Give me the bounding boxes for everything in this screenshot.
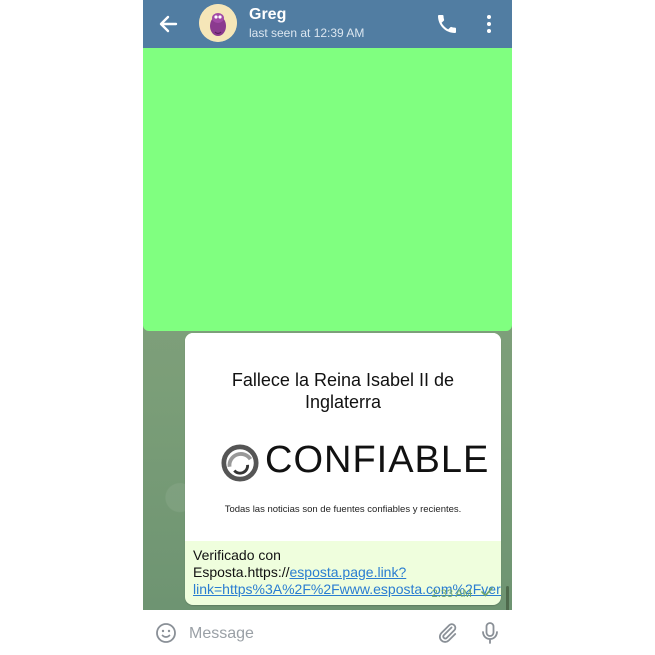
arrow-left-icon <box>159 15 178 33</box>
call-button[interactable] <box>435 12 459 36</box>
more-vertical-icon <box>487 15 491 33</box>
message-meta: 2:33 AM <box>432 587 493 600</box>
check-icon <box>481 587 493 597</box>
voice-message-button[interactable] <box>479 621 501 645</box>
preview-headline: Fallece la Reina Isabel II de Inglaterra <box>231 370 455 412</box>
message-bubble[interactable]: Fallece la Reina Isabel II de Inglaterra… <box>185 333 501 605</box>
last-seen-status: last seen at 12:39 AM <box>249 26 365 40</box>
avatar-icon <box>199 4 237 42</box>
chat-area[interactable]: Fallece la Reina Isabel II de Inglaterra… <box>143 48 512 642</box>
emoji-icon <box>156 623 176 643</box>
link-preview-image[interactable]: Fallece la Reina Isabel II de Inglaterra… <box>185 333 501 541</box>
brand-logo-icon <box>221 444 259 482</box>
chat-header: Greg last seen at 12:39 AM <box>143 0 512 48</box>
message-input[interactable] <box>187 620 421 648</box>
media-message[interactable] <box>143 48 512 331</box>
chat-screen: Greg last seen at 12:39 AM Fallece la Re… <box>143 0 512 655</box>
brand-name: CONFIABLE <box>265 439 490 481</box>
message-time: 2:33 AM <box>431 588 472 600</box>
contact-name[interactable]: Greg <box>249 6 286 24</box>
phone-icon <box>438 15 456 33</box>
microphone-icon <box>482 622 498 644</box>
message-text-prefix: Verificado con Esposta.https:// <box>193 547 290 580</box>
back-button[interactable] <box>153 9 183 39</box>
emoji-button[interactable] <box>155 622 177 644</box>
message-composer <box>143 610 512 655</box>
paperclip-icon <box>438 623 457 643</box>
attach-button[interactable] <box>435 621 459 645</box>
preview-caption: Todas las noticias son de fuentes confia… <box>224 504 462 515</box>
avatar[interactable] <box>199 4 237 42</box>
more-options-button[interactable] <box>481 12 497 36</box>
